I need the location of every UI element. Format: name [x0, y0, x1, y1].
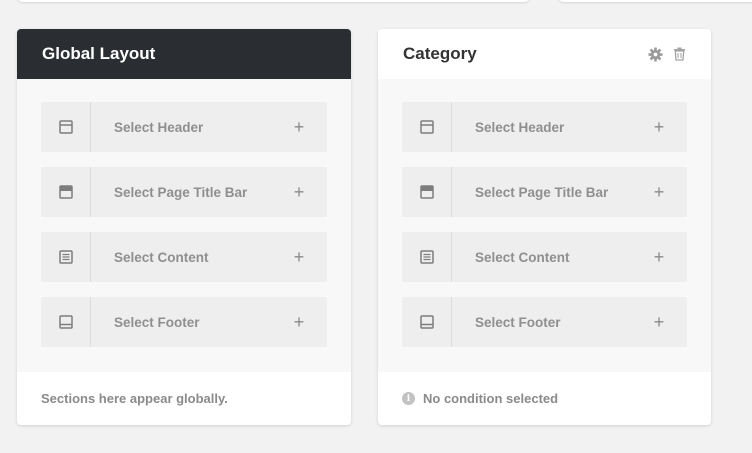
info-icon: i [402, 392, 415, 405]
select-footer-row[interactable]: Select Footer + [41, 297, 327, 347]
select-content-label: Select Content [475, 249, 570, 265]
trash-icon[interactable] [673, 47, 686, 61]
add-content-plus-icon[interactable]: + [271, 248, 327, 266]
global-layout-footer: Sections here appear globally. [17, 372, 351, 425]
global-layout-footer-text: Sections here appear globally. [41, 391, 228, 406]
select-page-title-bar-label: Select Page Title Bar [475, 184, 609, 200]
global-layout-title: Global Layout [42, 44, 156, 63]
add-footer-plus-icon[interactable]: + [631, 313, 687, 331]
add-footer-plus-icon[interactable]: + [271, 313, 327, 331]
category-header: Category [378, 29, 711, 79]
select-content-row[interactable]: Select Content + [402, 232, 687, 282]
global-layout-sections: Select Header + Select Page Title Bar + … [17, 79, 351, 372]
global-layout-header: Global Layout [17, 29, 351, 79]
category-footer: i No condition selected [378, 372, 711, 425]
content-icon [41, 232, 91, 282]
footer-icon [41, 297, 91, 347]
footer-icon [402, 297, 452, 347]
select-footer-label: Select Footer [475, 314, 561, 330]
select-header-label: Select Header [475, 119, 565, 135]
category-footer-text: No condition selected [423, 391, 559, 406]
page-title-bar-icon [41, 167, 91, 217]
select-header-row[interactable]: Select Header + [41, 102, 327, 152]
global-layout-card: Global Layout Select Header + Select Pag… [17, 29, 351, 425]
category-sections: Select Header + Select Page Title Bar + … [378, 79, 711, 372]
category-card: Category Select Header + Select Page Tit… [378, 29, 711, 425]
add-header-plus-icon[interactable]: + [271, 118, 327, 136]
add-page-title-bar-plus-icon[interactable]: + [631, 183, 687, 201]
select-page-title-bar-row[interactable]: Select Page Title Bar + [41, 167, 327, 217]
select-footer-row[interactable]: Select Footer + [402, 297, 687, 347]
previous-card-edge-right [558, 0, 752, 2]
previous-card-edge-left [17, 0, 530, 2]
content-icon [402, 232, 452, 282]
select-page-title-bar-row[interactable]: Select Page Title Bar + [402, 167, 687, 217]
select-header-row[interactable]: Select Header + [402, 102, 687, 152]
category-actions [648, 46, 686, 62]
add-page-title-bar-plus-icon[interactable]: + [271, 183, 327, 201]
header-icon [402, 102, 452, 152]
select-page-title-bar-label: Select Page Title Bar [114, 184, 248, 200]
select-header-label: Select Header [114, 119, 204, 135]
select-content-label: Select Content [114, 249, 209, 265]
header-icon [41, 102, 91, 152]
select-content-row[interactable]: Select Content + [41, 232, 327, 282]
page-title-bar-icon [402, 167, 452, 217]
add-header-plus-icon[interactable]: + [631, 118, 687, 136]
add-content-plus-icon[interactable]: + [631, 248, 687, 266]
select-footer-label: Select Footer [114, 314, 200, 330]
gear-icon[interactable] [648, 46, 663, 62]
category-title: Category [403, 44, 477, 63]
